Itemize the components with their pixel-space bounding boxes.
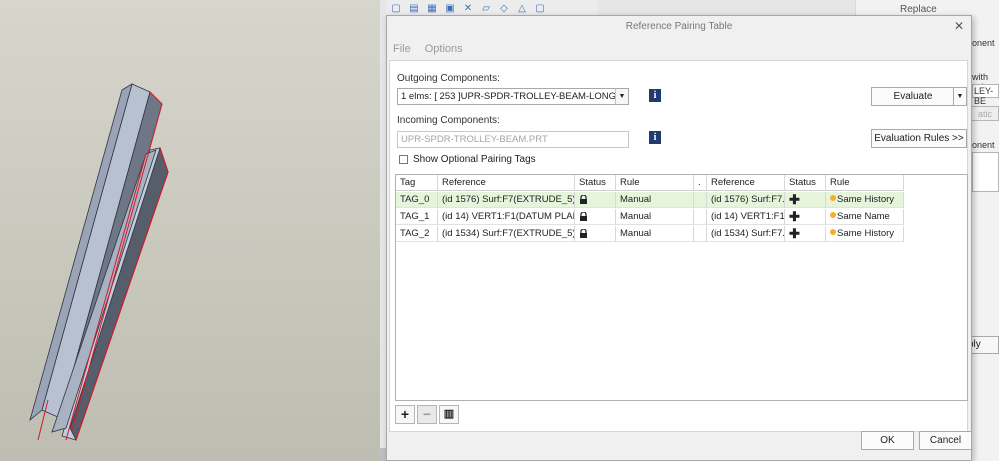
toolbar-icon[interactable]: ▱: [480, 3, 492, 14]
incoming-value: UPR-SPDR-TROLLEY-BEAM.PRT: [401, 134, 548, 145]
column-header[interactable]: Reference: [438, 175, 575, 191]
toolbar-icon[interactable]: ▢: [390, 3, 402, 14]
outgoing-label: Outgoing Components:: [397, 73, 500, 84]
lock-icon: [580, 212, 587, 221]
spacer-cell: [694, 209, 707, 225]
rule-cell: Manual: [616, 192, 694, 208]
replace-fragment: LEY-BE: [974, 86, 994, 106]
plus-icon: ✚: [789, 209, 800, 224]
rule-status-icon: [830, 212, 836, 218]
table-row[interactable]: TAG_1 (id 14) VERT1:F1(DATUM PLAN... Man…: [396, 209, 904, 225]
rule-status-icon: [830, 229, 836, 235]
table-row[interactable]: TAG_0 (id 1576) Surf:F7(EXTRUDE_5):U... …: [396, 192, 904, 208]
menu-options[interactable]: Options: [425, 43, 463, 57]
incoming-components-field[interactable]: UPR-SPDR-TROLLEY-BEAM.PRT: [397, 131, 629, 148]
status-cell: ✚: [785, 209, 826, 225]
reference-cell: (id 1576) Surf:F7(EXTRUDE_5):U...: [438, 192, 575, 208]
replace-list[interactable]: [972, 152, 999, 192]
menu-file[interactable]: File: [393, 43, 411, 57]
dialog-title: Reference Pairing Table: [625, 21, 733, 32]
status-cell: [575, 209, 616, 225]
toolbar-icon[interactable]: ▦: [426, 3, 438, 14]
column-header[interactable]: Status: [785, 175, 826, 191]
close-icon[interactable]: ✕: [953, 20, 965, 32]
column-header[interactable]: Rule: [616, 175, 694, 191]
column-header[interactable]: .: [694, 175, 707, 191]
rule-text: Same History: [837, 228, 895, 239]
lock-icon: [580, 229, 587, 238]
spacer-cell: [694, 226, 707, 242]
table-columns-icon[interactable]: ▥: [439, 405, 459, 424]
evaluate-label: Evaluate: [893, 91, 933, 102]
replace-fragment: onent: [972, 140, 995, 150]
rule-text: Same Name: [837, 211, 890, 222]
status-cell: [575, 192, 616, 208]
column-header[interactable]: Reference: [707, 175, 785, 191]
plus-icon: ✚: [789, 226, 800, 241]
incoming-label: Incoming Components:: [397, 115, 500, 126]
reference-cell: (id 1534) Surf:F7...: [707, 226, 785, 242]
reference-pairing-dialog: Reference Pairing Table ✕ File Options O…: [386, 15, 972, 461]
reference-cell: (id 1576) Surf:F7...: [707, 192, 785, 208]
replace-fragment: onent: [972, 38, 995, 48]
rule-cell: Same Name: [826, 209, 904, 225]
rule-cell: Manual: [616, 226, 694, 242]
rule-cell: Same History: [826, 192, 904, 208]
table-footer: + − ▥: [395, 405, 459, 424]
tag-cell: TAG_0: [396, 192, 438, 208]
toolbar-icon[interactable]: ▢: [534, 3, 546, 14]
column-header[interactable]: Rule: [826, 175, 904, 191]
cancel-button[interactable]: Cancel: [919, 431, 972, 450]
tag-cell: TAG_2: [396, 226, 438, 242]
menu-bar: File Options: [393, 43, 463, 57]
evaluation-rules-button[interactable]: Evaluation Rules >>: [871, 129, 967, 148]
toolbar-icon[interactable]: ✕: [462, 3, 474, 14]
rule-text: Same History: [837, 194, 895, 205]
chevron-down-icon[interactable]: ▼: [953, 88, 966, 105]
table-header: Tag Reference Status Rule . Reference St…: [396, 175, 904, 191]
column-header[interactable]: Status: [575, 175, 616, 191]
model-viewport[interactable]: [0, 0, 384, 461]
pairing-table: Tag Reference Status Rule . Reference St…: [395, 174, 968, 401]
outgoing-value: 1 elms: [ 253 ]UPR-SPDR-TROLLEY-BEAM-LON…: [401, 91, 629, 102]
toolbar-icon[interactable]: ▤: [408, 3, 420, 14]
remove-row-icon[interactable]: −: [417, 405, 437, 424]
lock-icon: [580, 195, 587, 204]
status-cell: ✚: [785, 226, 826, 242]
info-icon[interactable]: i: [649, 89, 661, 102]
status-cell: [575, 226, 616, 242]
evaluate-button[interactable]: Evaluate ▼: [871, 87, 967, 106]
spacer-cell: [694, 192, 707, 208]
table-row[interactable]: TAG_2 (id 1534) Surf:F7(EXTRUDE_5):U... …: [396, 226, 904, 242]
rule-cell: Manual: [616, 209, 694, 225]
outgoing-components-select[interactable]: 1 elms: [ 253 ]UPR-SPDR-TROLLEY-BEAM-LON…: [397, 88, 629, 105]
info-icon[interactable]: i: [649, 131, 661, 144]
rule-cell: Same History: [826, 226, 904, 242]
reference-cell: (id 1534) Surf:F7(EXTRUDE_5):U...: [438, 226, 575, 242]
show-optional-checkbox[interactable]: [399, 155, 408, 164]
toolbar-icon[interactable]: ◇: [498, 3, 510, 14]
reference-cell: (id 14) VERT1:F1(DATUM PLAN...: [438, 209, 575, 225]
plus-icon: ✚: [789, 192, 800, 207]
replace-panel-title: Replace: [900, 4, 937, 15]
show-optional-row[interactable]: Show Optional Pairing Tags: [399, 154, 536, 165]
tag-cell: TAG_1: [396, 209, 438, 225]
add-row-icon[interactable]: +: [395, 405, 415, 424]
ok-button[interactable]: OK: [861, 431, 914, 450]
status-cell: ✚: [785, 192, 826, 208]
toolbar-icon[interactable]: ▣: [444, 3, 456, 14]
show-optional-label: Show Optional Pairing Tags: [413, 154, 536, 165]
reference-cell: (id 14) VERT1:F1...: [707, 209, 785, 225]
toolbar-icon[interactable]: △: [516, 3, 528, 14]
dialog-body: Outgoing Components: 1 elms: [ 253 ]UPR-…: [389, 60, 968, 432]
chevron-down-icon[interactable]: ▼: [615, 89, 628, 104]
column-header[interactable]: Tag: [396, 175, 438, 191]
replace-fragment: atic: [978, 109, 993, 119]
rule-status-icon: [830, 195, 836, 201]
trolley-beam-model: [29, 83, 169, 442]
